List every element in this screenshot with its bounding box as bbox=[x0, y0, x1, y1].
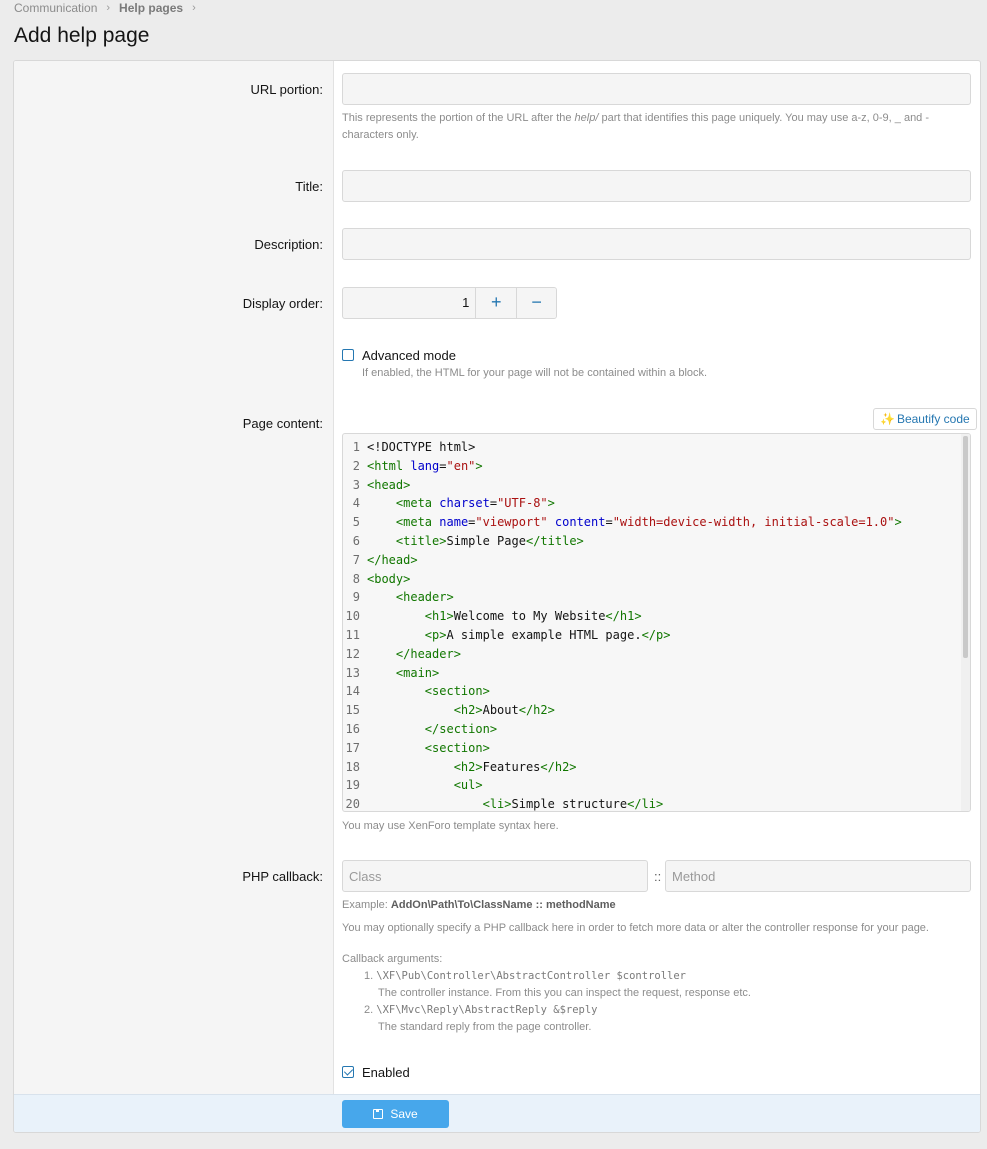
callback-arguments: Callback arguments: 1. \XF\Pub\Controlle… bbox=[342, 951, 751, 1036]
line-number: 18 bbox=[345, 759, 360, 774]
display-order-label: Display order: bbox=[242, 296, 323, 311]
line-number: 16 bbox=[345, 722, 360, 736]
display-order-stepper: 1 + − bbox=[342, 287, 557, 319]
code-line[interactable]: 18 <h2>Features</h2> bbox=[343, 758, 577, 777]
code-editor[interactable]: 1 <!DOCTYPE html> 2 <html lang="en"> 3 <head>… bbox=[342, 433, 971, 812]
url-portion-label: URL portion: bbox=[250, 82, 324, 97]
list-item: 1. \XF\Pub\Controller\AbstractController… bbox=[364, 970, 687, 982]
list-item: 2. \XF\Mvc\Reply\AbstractReply &$reply bbox=[364, 1004, 598, 1016]
breadcrumb-communication[interactable]: Communication bbox=[14, 1, 97, 15]
code-line[interactable]: 8 <body> bbox=[343, 570, 411, 589]
increment-button[interactable]: + bbox=[476, 288, 517, 318]
code-line[interactable]: 2 <html lang="en"> bbox=[343, 457, 483, 476]
line-number: 5 bbox=[352, 515, 360, 530]
code-line[interactable]: 3 <head> bbox=[343, 476, 411, 495]
beautify-code-button[interactable]: ✨ Beautify code bbox=[873, 408, 977, 430]
advanced-mode-checkbox[interactable] bbox=[342, 349, 354, 361]
code-line[interactable]: 13 <main> bbox=[343, 664, 440, 683]
code-line[interactable]: 12 </header> bbox=[343, 645, 461, 664]
code-line[interactable]: 10 <h1>Welcome to My Website</h1> bbox=[343, 607, 642, 626]
callback-example: Example: AddOn\Path\To\ClassName :: meth… bbox=[342, 899, 616, 911]
sparkle-icon: ✨ bbox=[880, 412, 895, 426]
chevron-right-icon: › bbox=[192, 2, 196, 14]
code-line[interactable]: 11 <p>A simple example HTML page.</p> bbox=[343, 626, 671, 645]
line-number: 11 bbox=[345, 628, 360, 642]
editor-scrollbar[interactable] bbox=[961, 434, 970, 811]
callback-separator: :: bbox=[654, 869, 662, 884]
label-column bbox=[14, 61, 334, 1094]
code-line[interactable]: 9 <header> bbox=[343, 588, 454, 607]
help-page-form: URL portion: This represents the portion… bbox=[13, 60, 981, 1133]
save-button[interactable]: Save bbox=[342, 1100, 449, 1128]
line-number: 7 bbox=[352, 552, 360, 567]
line-number: 10 bbox=[345, 609, 360, 624]
description-label: Description: bbox=[254, 237, 323, 252]
save-icon bbox=[373, 1109, 384, 1119]
line-number: 13 bbox=[345, 665, 360, 680]
title-input[interactable] bbox=[342, 170, 971, 202]
line-number: 17 bbox=[345, 740, 360, 755]
list-item-desc: The standard reply from the page control… bbox=[378, 1021, 592, 1033]
form-footer: Save bbox=[14, 1094, 980, 1132]
url-portion-input[interactable] bbox=[342, 73, 971, 105]
display-order-input[interactable]: 1 bbox=[343, 288, 477, 318]
page-title: Add help page bbox=[14, 24, 150, 47]
page-content-label: Page content: bbox=[242, 416, 323, 431]
enabled-checkbox[interactable] bbox=[342, 1066, 354, 1078]
description-input[interactable] bbox=[342, 228, 971, 260]
code-line[interactable]: 1 <!DOCTYPE html> bbox=[343, 438, 476, 457]
url-portion-hint: This represents the portion of the URL a… bbox=[342, 112, 930, 141]
code-line[interactable]: 19 <ul> bbox=[343, 776, 483, 795]
advanced-mode-hint: If enabled, the HTML for your page will … bbox=[362, 367, 708, 379]
callback-method-input[interactable] bbox=[665, 860, 971, 892]
code-line[interactable]: 15 <h2>About</h2> bbox=[343, 701, 555, 720]
line-number: 15 bbox=[345, 703, 360, 718]
code-line[interactable]: 17 <section> bbox=[343, 739, 490, 758]
line-number: 9 bbox=[352, 590, 360, 605]
callback-description: You may optionally specify a PHP callbac… bbox=[342, 922, 929, 934]
line-number: 3 bbox=[352, 477, 360, 492]
code-line[interactable]: 6 <title>Simple Page</title> bbox=[343, 532, 584, 551]
breadcrumb: Communication › Help pages › bbox=[14, 1, 205, 15]
line-number: 6 bbox=[352, 534, 360, 548]
decrement-button[interactable]: − bbox=[516, 288, 556, 318]
editor-scroll-thumb[interactable] bbox=[963, 436, 968, 658]
title-label: Title: bbox=[295, 179, 323, 194]
chevron-right-icon: › bbox=[106, 2, 111, 14]
code-line[interactable]: 20 <li>Simple structure</li> bbox=[343, 795, 664, 812]
code-line[interactable]: 5 <meta name="viewport" content="width=d… bbox=[343, 513, 902, 532]
breadcrumb-help-pages[interactable]: Help pages bbox=[119, 1, 183, 15]
code-line[interactable]: 16 </section> bbox=[343, 720, 498, 739]
list-item-desc: The controller instance. From this you c… bbox=[378, 987, 751, 999]
code-line[interactable]: 14 <section> bbox=[343, 682, 490, 701]
php-callback-label: PHP callback: bbox=[242, 869, 323, 884]
callback-class-input[interactable] bbox=[342, 860, 648, 892]
line-number: 20 bbox=[345, 797, 360, 812]
enabled-label[interactable]: Enabled bbox=[362, 1065, 410, 1080]
page-content-hint: You may use XenForo template syntax here… bbox=[342, 820, 559, 832]
line-number: 8 bbox=[352, 571, 360, 586]
advanced-mode-label[interactable]: Advanced mode bbox=[362, 348, 456, 363]
code-line[interactable]: 7 </head> bbox=[343, 551, 418, 570]
line-number: 1 bbox=[352, 440, 360, 454]
line-number: 19 bbox=[345, 778, 360, 793]
callback-args-title: Callback arguments: bbox=[342, 953, 443, 965]
line-number: 2 bbox=[352, 458, 360, 473]
line-number: 12 bbox=[345, 646, 360, 661]
code-line[interactable]: 4 <meta charset="UTF-8"> bbox=[343, 494, 555, 513]
line-number: 4 bbox=[352, 496, 360, 511]
line-number: 14 bbox=[345, 684, 360, 699]
